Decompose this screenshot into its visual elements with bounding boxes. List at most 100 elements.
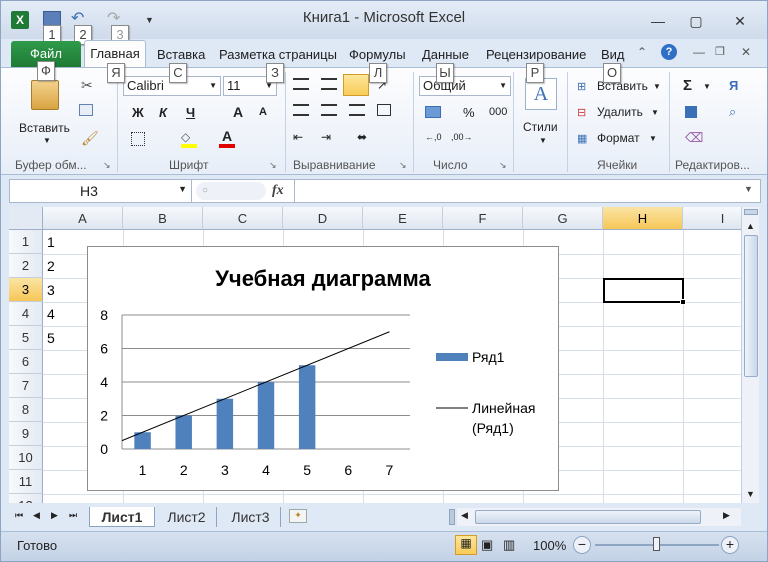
merge-cells-icon[interactable]: ⬌ (357, 130, 367, 144)
column-header-a[interactable]: A (43, 207, 123, 230)
delete-cells-icon[interactable]: ⊟ (577, 106, 586, 119)
column-header-f[interactable]: F (443, 207, 523, 230)
cell-a3[interactable]: 3 (47, 282, 55, 298)
copy-icon[interactable] (79, 104, 93, 116)
row-header-4[interactable]: 4 (9, 302, 43, 326)
clipboard-launcher-icon[interactable]: ↘ (103, 160, 111, 171)
underline-button[interactable]: Ч (186, 105, 195, 120)
row-header-6[interactable]: 6 (9, 350, 43, 374)
row-header-5[interactable]: 5 (9, 326, 43, 350)
styles-button[interactable]: Стили (523, 120, 558, 134)
column-header-i[interactable]: I (683, 207, 741, 230)
hscroll-thumb[interactable] (475, 510, 701, 524)
autosum-button[interactable]: Σ (683, 77, 692, 94)
align-top-icon[interactable] (293, 78, 309, 90)
column-header-d[interactable]: D (283, 207, 363, 230)
first-sheet-icon[interactable]: ⏮ (15, 510, 23, 521)
format-painter-icon[interactable]: 🖌 (81, 130, 99, 147)
fill-color-icon[interactable]: ◇ (181, 130, 197, 148)
doc-minimize-icon[interactable]: — (693, 45, 705, 59)
minimize-button[interactable]: — (645, 11, 671, 31)
tab-review[interactable]: Рецензирование (486, 45, 586, 65)
cell-a5[interactable]: 5 (47, 330, 55, 346)
cell-a2[interactable]: 2 (47, 258, 55, 274)
number-launcher-icon[interactable]: ↘ (499, 160, 507, 171)
sort-filter-icon[interactable]: Я (729, 78, 738, 93)
column-header-g[interactable]: G (523, 207, 603, 230)
paste-icon[interactable] (31, 80, 59, 110)
italic-button[interactable]: К (159, 105, 167, 120)
doc-close-icon[interactable]: ✕ (741, 45, 751, 59)
tab-data[interactable]: Данные (422, 45, 469, 65)
normal-view-button[interactable]: ▦ (455, 535, 477, 555)
horizontal-scrollbar[interactable]: ◀ ▶ (457, 508, 741, 526)
find-select-icon[interactable]: ⌕ (729, 104, 736, 120)
paste-dropdown-icon[interactable]: ▼ (43, 136, 51, 145)
wrap-text-icon[interactable] (377, 104, 391, 116)
number-format-dropdown[interactable]: Общий ▼ (419, 76, 511, 96)
row-header-11[interactable]: 11 (9, 470, 43, 494)
close-button[interactable]: ✕ (727, 11, 753, 31)
fill-icon[interactable] (685, 106, 697, 118)
row-header-7[interactable]: 7 (9, 374, 43, 398)
paste-button[interactable]: Вставить (19, 121, 70, 135)
font-launcher-icon[interactable]: ↘ (269, 160, 277, 171)
row-header-12[interactable]: 12 (9, 494, 43, 503)
row-header-2[interactable]: 2 (9, 254, 43, 278)
decrease-indent-icon[interactable]: ⇤ (293, 130, 303, 144)
align-right-icon[interactable] (349, 104, 365, 116)
tab-page-layout[interactable]: Разметка страницы (219, 45, 337, 65)
sheet-tab-2[interactable]: Лист2 (157, 507, 217, 527)
sheet-tab-1[interactable]: Лист1 (89, 507, 155, 527)
tab-split-handle[interactable] (449, 509, 455, 525)
zoom-level[interactable]: 100% (533, 538, 566, 553)
delete-cells-button[interactable]: Удалить (597, 105, 643, 119)
clear-icon[interactable]: ⌫ (685, 130, 703, 146)
zoom-in-button[interactable]: + (721, 536, 739, 554)
font-color-button[interactable]: A (219, 128, 235, 148)
minimize-ribbon-icon[interactable]: ⌃ (637, 45, 647, 59)
scroll-thumb[interactable] (744, 235, 758, 377)
row-header-8[interactable]: 8 (9, 398, 43, 422)
row-header-9[interactable]: 9 (9, 422, 43, 446)
formula-input[interactable] (294, 180, 740, 202)
scroll-left-arrow[interactable]: ◀ (461, 510, 468, 521)
prev-sheet-icon[interactable]: ◀ (33, 510, 40, 521)
sheet-tab-3[interactable]: Лист3 (221, 507, 281, 527)
align-left-icon[interactable] (293, 104, 309, 116)
insert-function-button[interactable]: fx (272, 183, 284, 199)
grow-font-button[interactable]: A (233, 104, 243, 120)
insert-sheet-icon[interactable]: ✦ (289, 509, 307, 523)
split-box[interactable] (744, 209, 758, 215)
tab-insert[interactable]: Вставка (157, 45, 205, 65)
select-all-corner[interactable] (9, 207, 43, 230)
cell-a4[interactable]: 4 (47, 306, 55, 322)
scroll-up-arrow[interactable]: ▲ (746, 221, 755, 231)
percent-button[interactable]: % (463, 105, 475, 120)
thousands-button[interactable]: 000 (489, 106, 507, 118)
column-header-h[interactable]: H (603, 207, 683, 230)
format-cells-icon[interactable]: ▦ (577, 132, 587, 145)
bold-button[interactable]: Ж (132, 105, 144, 120)
decrease-decimal-icon[interactable]: ,00→ (451, 132, 473, 142)
styles-dropdown-icon[interactable]: ▼ (539, 136, 547, 145)
row-header-1[interactable]: 1 (9, 230, 43, 254)
last-sheet-icon[interactable]: ⏭ (69, 510, 77, 521)
row-header-3[interactable]: 3 (9, 278, 43, 302)
page-layout-view-button[interactable]: ▣ (481, 537, 493, 553)
formula-bar-expand-handle[interactable]: ○ (196, 182, 266, 200)
column-header-b[interactable]: B (123, 207, 203, 230)
alignment-launcher-icon[interactable]: ↘ (399, 160, 407, 171)
doc-restore-icon[interactable]: ❐ (715, 45, 725, 58)
column-header-c[interactable]: C (203, 207, 283, 230)
vertical-scrollbar[interactable]: ▲ ▼ (741, 207, 759, 503)
borders-icon[interactable] (131, 132, 145, 146)
increase-decimal-icon[interactable]: ←,0 (425, 132, 442, 142)
cell-a1[interactable]: 1 (47, 234, 55, 250)
increase-indent-icon[interactable]: ⇥ (321, 130, 331, 144)
shrink-font-button[interactable]: A (259, 106, 267, 118)
next-sheet-icon[interactable]: ▶ (51, 510, 58, 521)
align-middle-icon[interactable] (321, 78, 337, 90)
column-header-e[interactable]: E (363, 207, 443, 230)
scroll-right-arrow[interactable]: ▶ (723, 510, 730, 521)
